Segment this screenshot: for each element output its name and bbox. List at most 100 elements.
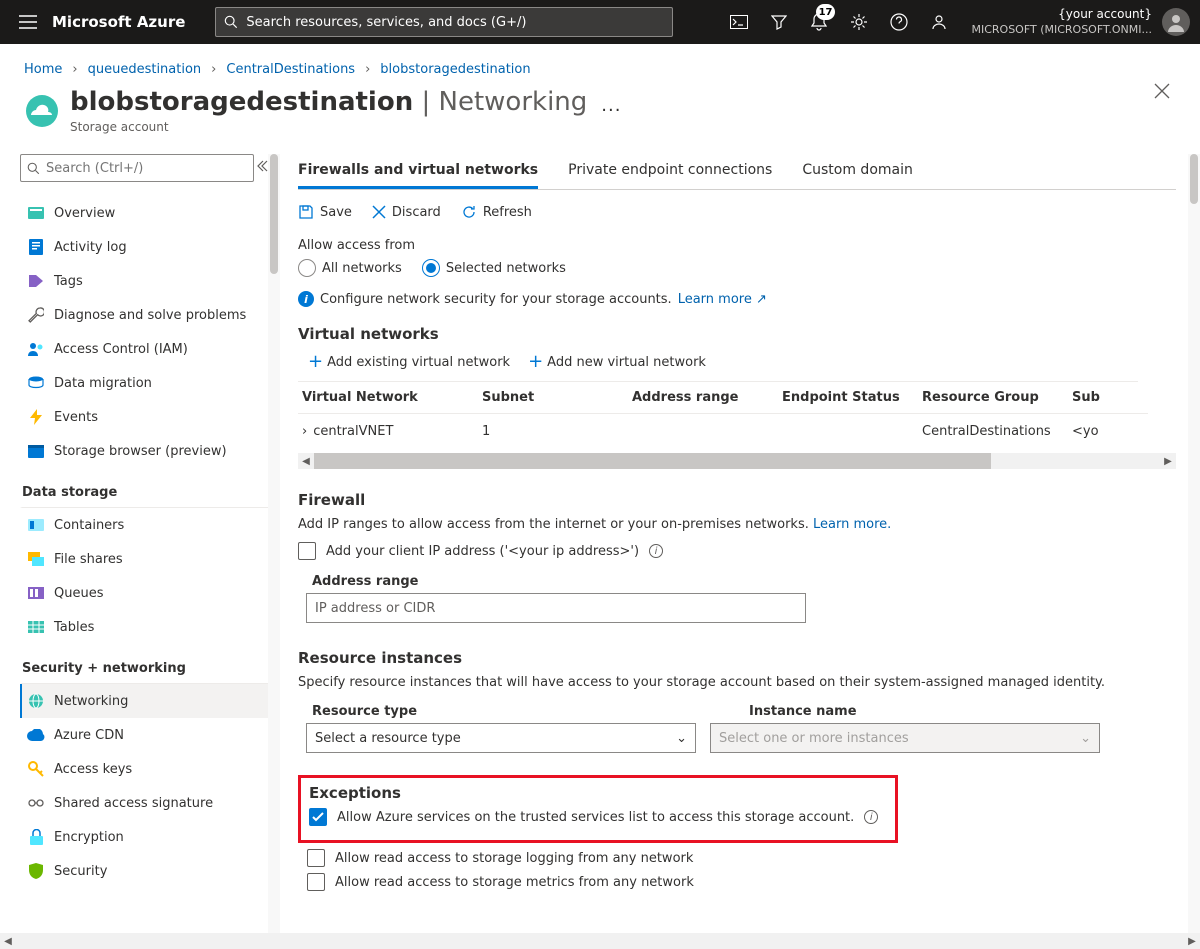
- radio-selected-networks[interactable]: Selected networks: [422, 259, 566, 277]
- sidebar-item-events[interactable]: Events: [20, 400, 280, 434]
- sidebar-item-tags[interactable]: Tags: [20, 264, 280, 298]
- notifications-icon[interactable]: 17: [799, 0, 839, 44]
- sidebar-item-keys[interactable]: Access keys: [20, 752, 280, 786]
- info-tooltip-icon[interactable]: i: [864, 810, 878, 824]
- sidebar-item-migration[interactable]: Data migration: [20, 366, 280, 400]
- col-status: Endpoint Status: [778, 382, 918, 414]
- sidebar-item-queues[interactable]: Queues: [20, 576, 280, 610]
- content-scrollbar[interactable]: [1188, 154, 1200, 949]
- notification-badge: 17: [816, 4, 836, 20]
- scroll-right-icon[interactable]: ▶: [1160, 453, 1176, 469]
- vnet-row[interactable]: ›centralVNET 1 CentralDestinations <yo: [298, 414, 1138, 449]
- sidebar-item-networking[interactable]: Networking: [20, 684, 280, 718]
- vnet-h-scrollbar[interactable]: ◀ ▶: [298, 453, 1176, 469]
- firewall-heading: Firewall: [298, 491, 1176, 509]
- resource-type-select[interactable]: Select a resource type⌄: [306, 723, 696, 753]
- global-search[interactable]: [215, 7, 673, 37]
- metrics-checkbox[interactable]: [307, 873, 325, 891]
- browser-icon: [26, 441, 46, 461]
- shield-icon: [26, 861, 46, 881]
- instance-name-label: Instance name: [749, 704, 857, 719]
- feedback-icon[interactable]: [919, 0, 959, 44]
- breadcrumb-item[interactable]: queuedestination: [88, 62, 202, 77]
- chevron-down-icon: ⌄: [676, 731, 687, 746]
- breadcrumb-item[interactable]: CentralDestinations: [226, 62, 355, 77]
- refresh-button[interactable]: Refresh: [461, 204, 532, 220]
- hamburger-menu[interactable]: [4, 0, 52, 44]
- log-icon: [26, 237, 46, 257]
- chevron-right-icon[interactable]: ›: [302, 424, 307, 439]
- directory-filter-icon[interactable]: [759, 0, 799, 44]
- logging-checkbox[interactable]: [307, 849, 325, 867]
- sidebar-item-cdn[interactable]: Azure CDN: [20, 718, 280, 752]
- breadcrumb-home[interactable]: Home: [24, 62, 62, 77]
- page-subtitle: Storage account: [70, 120, 587, 134]
- sidebar-item-security[interactable]: Security: [20, 854, 280, 888]
- more-menu[interactable]: ···: [601, 100, 621, 121]
- fileshare-icon: [26, 549, 46, 569]
- avatar[interactable]: [1162, 8, 1190, 36]
- save-button[interactable]: Save: [298, 204, 352, 220]
- sidebar-search-input[interactable]: [44, 160, 247, 177]
- info-tooltip-icon[interactable]: i: [649, 544, 663, 558]
- tab-private-endpoint[interactable]: Private endpoint connections: [568, 154, 772, 189]
- scroll-right-icon[interactable]: ▶: [1184, 933, 1200, 949]
- people-icon: [26, 339, 46, 359]
- sidebar-item-browser[interactable]: Storage browser (preview): [20, 434, 280, 468]
- trusted-services-label: Allow Azure services on the trusted serv…: [337, 810, 854, 825]
- sidebar-item-encryption[interactable]: Encryption: [20, 820, 280, 854]
- search-icon: [27, 162, 40, 175]
- trusted-services-checkbox[interactable]: [309, 808, 327, 826]
- firewall-helper: Add IP ranges to allow access from the i…: [298, 517, 813, 532]
- radio-all-networks[interactable]: All networks: [298, 259, 402, 277]
- plus-icon: +: [528, 353, 543, 371]
- sidebar-item-sas[interactable]: Shared access signature: [20, 786, 280, 820]
- sidebar-item-tables[interactable]: Tables: [20, 610, 280, 644]
- sidebar-item-iam[interactable]: Access Control (IAM): [20, 332, 280, 366]
- instance-name-select[interactable]: Select one or more instances⌄: [710, 723, 1100, 753]
- settings-icon[interactable]: [839, 0, 879, 44]
- close-blade[interactable]: [1154, 83, 1170, 99]
- overview-icon: [26, 203, 46, 223]
- tab-custom-domain[interactable]: Custom domain: [802, 154, 913, 189]
- breadcrumb-current[interactable]: blobstoragedestination: [380, 62, 530, 77]
- sas-icon: [26, 793, 46, 813]
- sidebar-section-security: Security + networking: [20, 654, 280, 684]
- sidebar-item-overview[interactable]: Overview: [20, 196, 280, 230]
- resource-helper: Specify resource instances that will hav…: [298, 675, 1176, 690]
- scroll-left-icon[interactable]: ◀: [0, 933, 16, 949]
- add-client-ip-checkbox[interactable]: [298, 542, 316, 560]
- sidebar-scrollbar[interactable]: [268, 154, 280, 949]
- firewall-learn-more[interactable]: Learn more.: [813, 517, 891, 532]
- learn-more-link[interactable]: Learn more ↗: [678, 292, 767, 307]
- collapse-sidebar[interactable]: [256, 160, 268, 172]
- sidebar-item-containers[interactable]: Containers: [20, 508, 280, 542]
- scroll-left-icon[interactable]: ◀: [298, 453, 314, 469]
- add-existing-vnet[interactable]: +Add existing virtual network: [308, 353, 510, 371]
- global-search-input[interactable]: [244, 14, 664, 31]
- discard-icon: [372, 205, 386, 219]
- help-icon[interactable]: [879, 0, 919, 44]
- add-new-vnet[interactable]: +Add new virtual network: [528, 353, 706, 371]
- external-link-icon: ↗: [756, 292, 767, 307]
- ip-range-input[interactable]: IP address or CIDR: [306, 593, 806, 623]
- tab-firewall[interactable]: Firewalls and virtual networks: [298, 154, 538, 189]
- col-subnet: Subnet: [478, 382, 628, 414]
- breadcrumb: Home› queuedestination› CentralDestinati…: [0, 44, 1200, 77]
- sidebar-item-diagnose[interactable]: Diagnose and solve problems: [20, 298, 280, 332]
- account-tenant: MICROSOFT (MICROSOFT.ONMI...: [971, 23, 1152, 37]
- cloud-shell-icon[interactable]: [719, 0, 759, 44]
- account-block[interactable]: {your account} MICROSOFT (MICROSOFT.ONMI…: [971, 7, 1152, 37]
- key-icon: [26, 759, 46, 779]
- page-h-scrollbar[interactable]: ◀ ▶: [0, 933, 1200, 949]
- sidebar-search[interactable]: [20, 154, 254, 182]
- logging-label: Allow read access to storage logging fro…: [335, 851, 693, 866]
- wrench-icon: [26, 305, 46, 325]
- sidebar-item-fileshares[interactable]: File shares: [20, 542, 280, 576]
- chevron-down-icon: ⌄: [1080, 731, 1091, 746]
- col-network: Virtual Network: [298, 382, 478, 414]
- search-icon: [224, 15, 238, 29]
- sidebar-item-activity[interactable]: Activity log: [20, 230, 280, 264]
- discard-button[interactable]: Discard: [372, 205, 441, 220]
- sidebar-section-storage: Data storage: [20, 478, 280, 508]
